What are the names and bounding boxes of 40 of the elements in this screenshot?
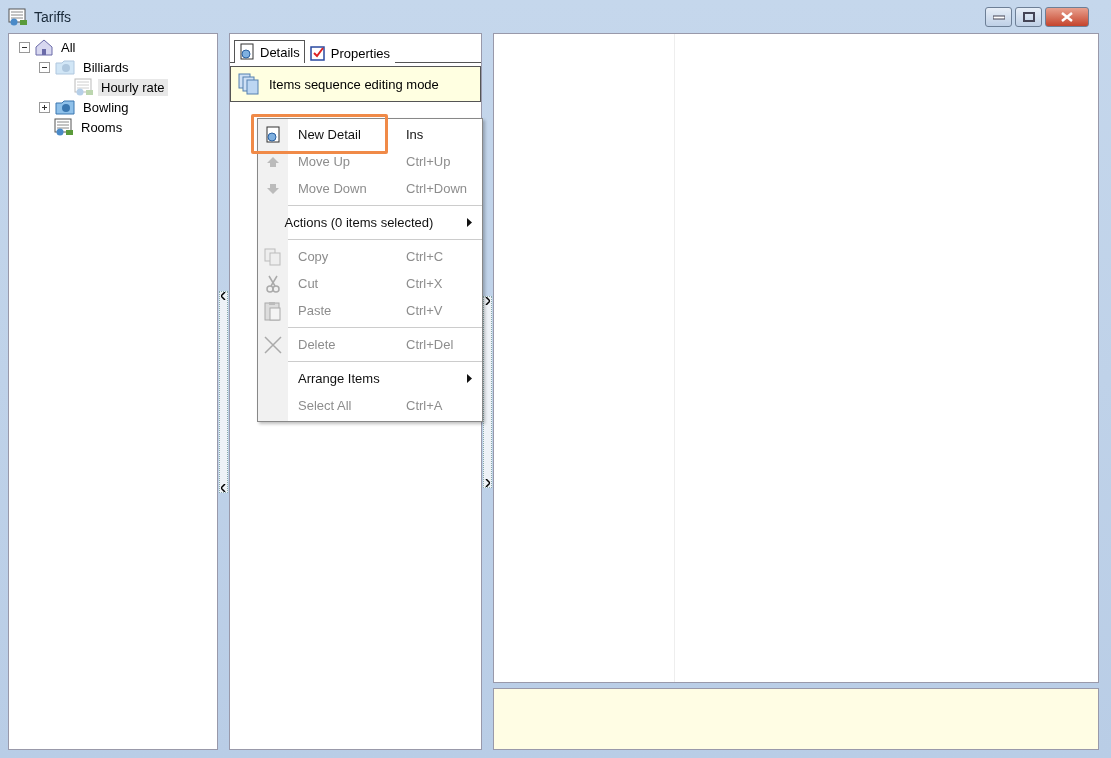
tab[interactable]: Details <box>234 40 305 63</box>
tree-item[interactable]: All <box>58 38 79 56</box>
table-icon <box>54 118 74 136</box>
submenu-arrow-icon <box>467 374 472 383</box>
pages-icon <box>237 72 261 96</box>
submenu-arrow-icon <box>467 218 472 227</box>
maximize-button[interactable] <box>1015 6 1042 27</box>
detail-icon <box>239 43 255 61</box>
house-icon <box>34 38 54 56</box>
tree-item[interactable]: Bowling <box>80 98 132 116</box>
maximize-icon <box>1022 11 1035 22</box>
detail-icon <box>265 125 281 144</box>
splitter-handle[interactable] <box>219 290 228 493</box>
tree-item[interactable]: Billiards <box>80 58 132 76</box>
close-icon <box>263 334 283 355</box>
table-icon <box>74 78 94 96</box>
table-icon <box>8 7 28 26</box>
minimize-icon <box>992 13 1005 20</box>
expand-toggle[interactable] <box>39 101 50 113</box>
copy-icon <box>264 247 282 266</box>
folder-icon <box>54 98 76 116</box>
close-button[interactable] <box>1045 6 1089 27</box>
tree-item[interactable]: Hourly rate <box>98 78 168 96</box>
arrow-up-icon <box>266 155 280 168</box>
window-title: Tariffs <box>34 8 72 25</box>
menu-item[interactable]: Arrange Items <box>258 365 482 392</box>
clipboard-icon <box>264 300 282 321</box>
scissors-icon <box>266 274 280 293</box>
menu-item[interactable]: Actions (0 items selected) <box>258 209 482 236</box>
tree-item[interactable]: Rooms <box>78 118 126 136</box>
checkbox-icon <box>309 45 326 61</box>
folder-icon <box>54 58 76 76</box>
menu-item[interactable]: New Detail Ins <box>258 121 482 148</box>
banner-text: Items sequence editing mode <box>269 76 439 92</box>
collapse-toggle[interactable] <box>39 61 50 73</box>
arrow-down-icon <box>266 182 280 195</box>
splitter-handle[interactable] <box>483 295 492 488</box>
collapse-toggle[interactable] <box>19 41 30 53</box>
minimize-button[interactable] <box>985 6 1012 27</box>
close-icon <box>1061 11 1073 22</box>
